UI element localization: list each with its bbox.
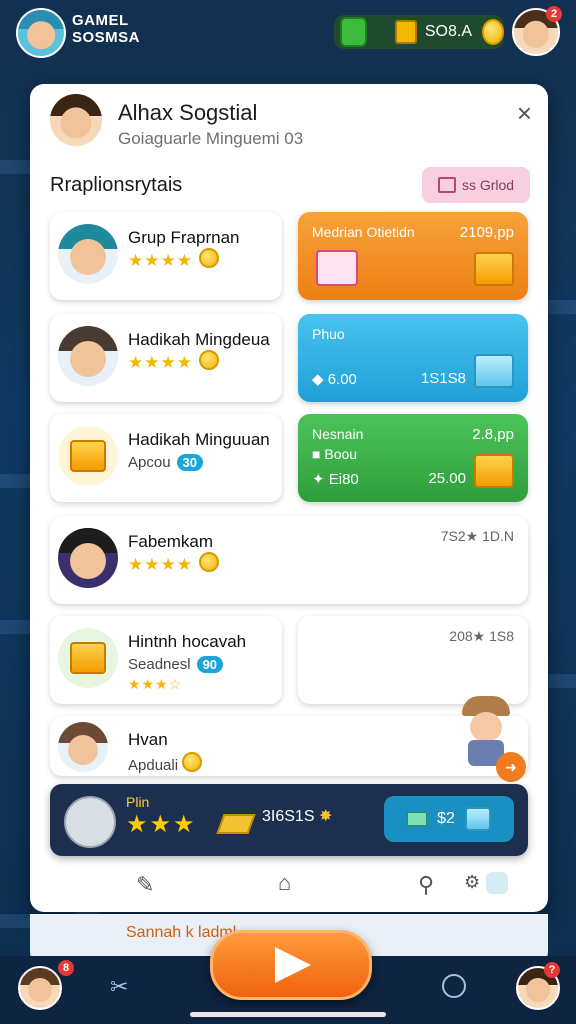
share-button[interactable]: ss Grlod (422, 167, 530, 203)
edit-icon[interactable]: ✎ (136, 872, 154, 898)
cash-icon (407, 812, 428, 826)
friend-name: Hvan (128, 730, 168, 749)
friend-subtitle: Apcou 30 (128, 454, 204, 471)
social-modal: Alhax Sogstial Goiaguarle Minguemi 03 × … (30, 84, 548, 912)
friend-stars: ★★★☆ (128, 676, 183, 692)
friend-avatar (58, 426, 118, 486)
right-badge: ? (544, 962, 560, 978)
friend-name: Hadikah Mingdeua (128, 330, 270, 349)
left-badge: 8 (58, 960, 74, 976)
friend-avatar (58, 722, 108, 772)
level-badge: 30 (176, 454, 204, 471)
map-icon[interactable] (486, 872, 508, 894)
timer-icon[interactable] (442, 974, 466, 998)
promo-banner[interactable]: Plin ★★★ 3I6S1S ✸ $2 (50, 784, 528, 856)
list-item[interactable]: Hadikah Mingdeua ★★★★ (50, 314, 282, 402)
list-item[interactable]: Hvan Apduali ➜ (50, 696, 528, 782)
coin-icon (482, 19, 504, 45)
crate-icon (474, 354, 514, 388)
offer-price: 2109,pp (459, 224, 514, 241)
promo-score: 3I6S1S ✸ (262, 808, 333, 825)
offer-card[interactable]: Phuo ◆ 6.00 1S1S8 (298, 314, 528, 402)
coin-icon (198, 350, 219, 370)
friend-name: Hintnh hocavah (128, 632, 247, 651)
friend-name: Grup Fraprnan (128, 228, 240, 247)
share-button-label: ss Grlod (461, 177, 515, 193)
top-bar: GAMEL SOSMSA SO8.A 2 (0, 0, 576, 64)
modal-nav: ✎ ⌂ ⚲ ⚙ (30, 866, 548, 906)
friend-stars: ★★★★ (128, 248, 219, 271)
gold-bar-icon (216, 814, 256, 834)
notification-badge: 2 (546, 6, 562, 22)
gift-icon (316, 250, 358, 286)
play-button[interactable] (210, 930, 372, 1000)
offer-value: 208★ 1S8 (449, 628, 514, 644)
user-subtitle: Goiaguarle Minguemi 03 (118, 129, 304, 148)
brand-line-2: SOSMSA (72, 29, 141, 46)
home-icon[interactable]: ⌂ (278, 870, 291, 896)
friend-avatar (58, 528, 118, 588)
search-icon[interactable]: ⚲ (418, 872, 434, 898)
friend-value: 7S2★ 1D.N (440, 528, 514, 544)
list-item[interactable]: Hintnh hocavah Seadnesl 90 ★★★☆ (50, 616, 282, 704)
promo-buy-button[interactable]: $2 (384, 796, 514, 842)
promo-buy-label: $2 (437, 810, 455, 827)
currency-value: SO8.A (424, 23, 473, 40)
level-badge: 90 (196, 656, 224, 673)
crate-icon (464, 807, 491, 831)
list-item[interactable]: Hadikah Minguuan Apcou 30 (50, 414, 282, 502)
friend-name: Fabemkam (128, 532, 214, 551)
tools-icon[interactable]: ✂ (110, 974, 128, 1000)
gift-icon (437, 177, 456, 193)
user-name: Alhax Sogstial (118, 100, 258, 125)
arrow-button[interactable]: ➜ (496, 752, 526, 782)
promo-stars: ★★★ (126, 811, 197, 838)
offer-title: Nesnain (312, 426, 364, 442)
list-item[interactable]: Fabemkam ★★★★ 7S2★ 1D.N (50, 516, 528, 604)
offer-value-left: ◆ 6.00 (312, 371, 357, 388)
offer-price: 2.8,pp (472, 426, 514, 443)
offer-value-left: ✦ Ei80 (312, 471, 359, 488)
chest-icon (394, 20, 417, 44)
close-icon[interactable]: × (517, 98, 532, 129)
friend-avatar (58, 326, 118, 386)
offer-card[interactable]: 208★ 1S8 (298, 616, 528, 704)
offer-title: Medrian Otietidn (312, 224, 415, 240)
currency-pill[interactable]: SO8.A (334, 15, 504, 49)
friend-stars: ★★★★ (128, 350, 219, 373)
gem-icon (340, 17, 367, 47)
friend-avatar (58, 628, 118, 688)
chest-icon (474, 252, 514, 286)
brand-line-1: GAMEL (72, 12, 129, 29)
user-avatar (48, 92, 104, 148)
robot-icon (64, 796, 116, 848)
offer-value-right: 1S1S8 (420, 370, 466, 387)
friend-subtitle: Apduali (128, 752, 203, 774)
chest-icon (474, 454, 514, 488)
friend-avatar (58, 224, 118, 284)
coin-icon (198, 248, 219, 268)
friend-subtitle: Seadnesl 90 (128, 656, 224, 673)
player-avatar[interactable] (16, 8, 66, 58)
home-indicator (190, 1012, 386, 1017)
offer-title: Phuo (312, 326, 345, 342)
list-item[interactable]: Grup Fraprnan ★★★★ (50, 212, 282, 300)
friend-stars: ★★★★ (128, 552, 219, 575)
offer-card[interactable]: Nesnain 2.8,pp ■ Boou ✦ Ei80 25.00 (298, 414, 528, 502)
game-brand: GAMEL SOSMSA (72, 12, 140, 46)
section-title: Rraplionsrytais (50, 174, 183, 196)
offer-value-right: 25.00 (428, 470, 466, 487)
friend-avatar-bottom[interactable] (18, 966, 62, 1010)
promo-label: Plin (126, 794, 150, 810)
offer-card[interactable]: Medrian Otietidn 2109,pp (298, 212, 528, 300)
settings-icon[interactable]: ⚙ (464, 872, 480, 893)
friend-name: Hadikah Minguuan (128, 430, 270, 449)
offer-line-1: ■ Boou (312, 446, 358, 462)
coin-icon (182, 752, 203, 772)
coin-icon (198, 552, 219, 572)
